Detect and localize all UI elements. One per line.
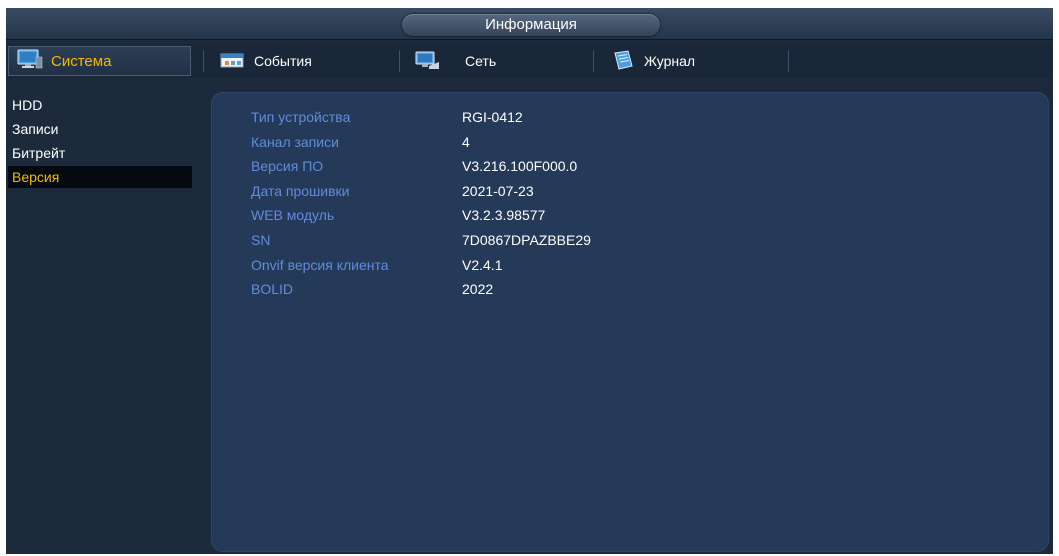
tab-divider <box>788 50 789 72</box>
info-value: 2021-07-23 <box>462 182 534 199</box>
info-row: Тип устройства RGI-0412 <box>251 109 591 134</box>
sidebar-item-hdd[interactable]: HDD <box>8 94 192 116</box>
sidebar-menu: HDD Записи Битрейт Версия <box>8 94 192 190</box>
tab-journal-label: Журнал <box>644 53 696 69</box>
info-row: Onvif версия клиента V2.4.1 <box>251 257 591 282</box>
info-label: SN <box>251 231 271 248</box>
info-value: 7D0867DPAZBBE29 <box>462 231 591 248</box>
info-value: V3.2.3.98577 <box>462 207 546 224</box>
tab-divider <box>399 50 400 72</box>
info-value: V3.216.100F000.0 <box>462 158 578 175</box>
events-icon <box>220 51 246 72</box>
info-row: BOLID 2022 <box>251 281 591 306</box>
info-label: Onvif версия клиента <box>251 256 389 273</box>
info-row: WEB модуль V3.2.3.98577 <box>251 207 591 232</box>
info-value: V2.4.1 <box>462 256 503 273</box>
info-value: 4 <box>462 133 470 150</box>
tab-network[interactable]: Сеть <box>415 46 496 76</box>
network-icon <box>415 50 441 73</box>
info-row: Канал записи 4 <box>251 134 591 159</box>
info-label: Дата прошивки <box>251 182 350 199</box>
top-tabs: Система События Сеть Журнал <box>6 44 1053 78</box>
info-row: Дата прошивки 2021-07-23 <box>251 183 591 208</box>
info-value: RGI-0412 <box>462 109 523 125</box>
tab-network-label: Сеть <box>465 53 497 69</box>
info-table: Тип устройства RGI-0412 Канал записи 4 В… <box>251 109 591 306</box>
info-label: Версия ПО <box>251 158 324 175</box>
sidebar-item-bitrate[interactable]: Битрейт <box>8 142 192 164</box>
tab-events-label: События <box>254 53 312 69</box>
title-bar: Информация <box>6 8 1053 40</box>
version-info-panel: Тип устройства RGI-0412 Канал записи 4 В… <box>211 92 1049 552</box>
info-label: Канал записи <box>251 133 339 150</box>
info-row: Версия ПО V3.216.100F000.0 <box>251 158 591 183</box>
info-label: WEB модуль <box>251 207 335 224</box>
sidebar-item-version[interactable]: Версия <box>8 166 192 188</box>
info-label: Тип устройства <box>251 109 351 125</box>
dvr-window: Информация Система События Сеть Журнал H… <box>6 8 1053 554</box>
tab-system[interactable]: Система <box>8 46 191 76</box>
tab-divider <box>593 50 594 72</box>
sidebar-item-records[interactable]: Записи <box>8 118 192 140</box>
info-row: SN 7D0867DPAZBBE29 <box>251 232 591 257</box>
tab-system-label: Система <box>51 52 112 70</box>
tab-events[interactable]: События <box>220 46 312 76</box>
page-title: Информация <box>402 14 660 36</box>
journal-icon <box>612 49 636 73</box>
tab-journal[interactable]: Журнал <box>612 46 695 76</box>
tab-divider <box>203 50 204 72</box>
info-value: 2022 <box>462 281 494 298</box>
monitor-icon <box>17 49 43 73</box>
info-label: BOLID <box>251 281 294 298</box>
